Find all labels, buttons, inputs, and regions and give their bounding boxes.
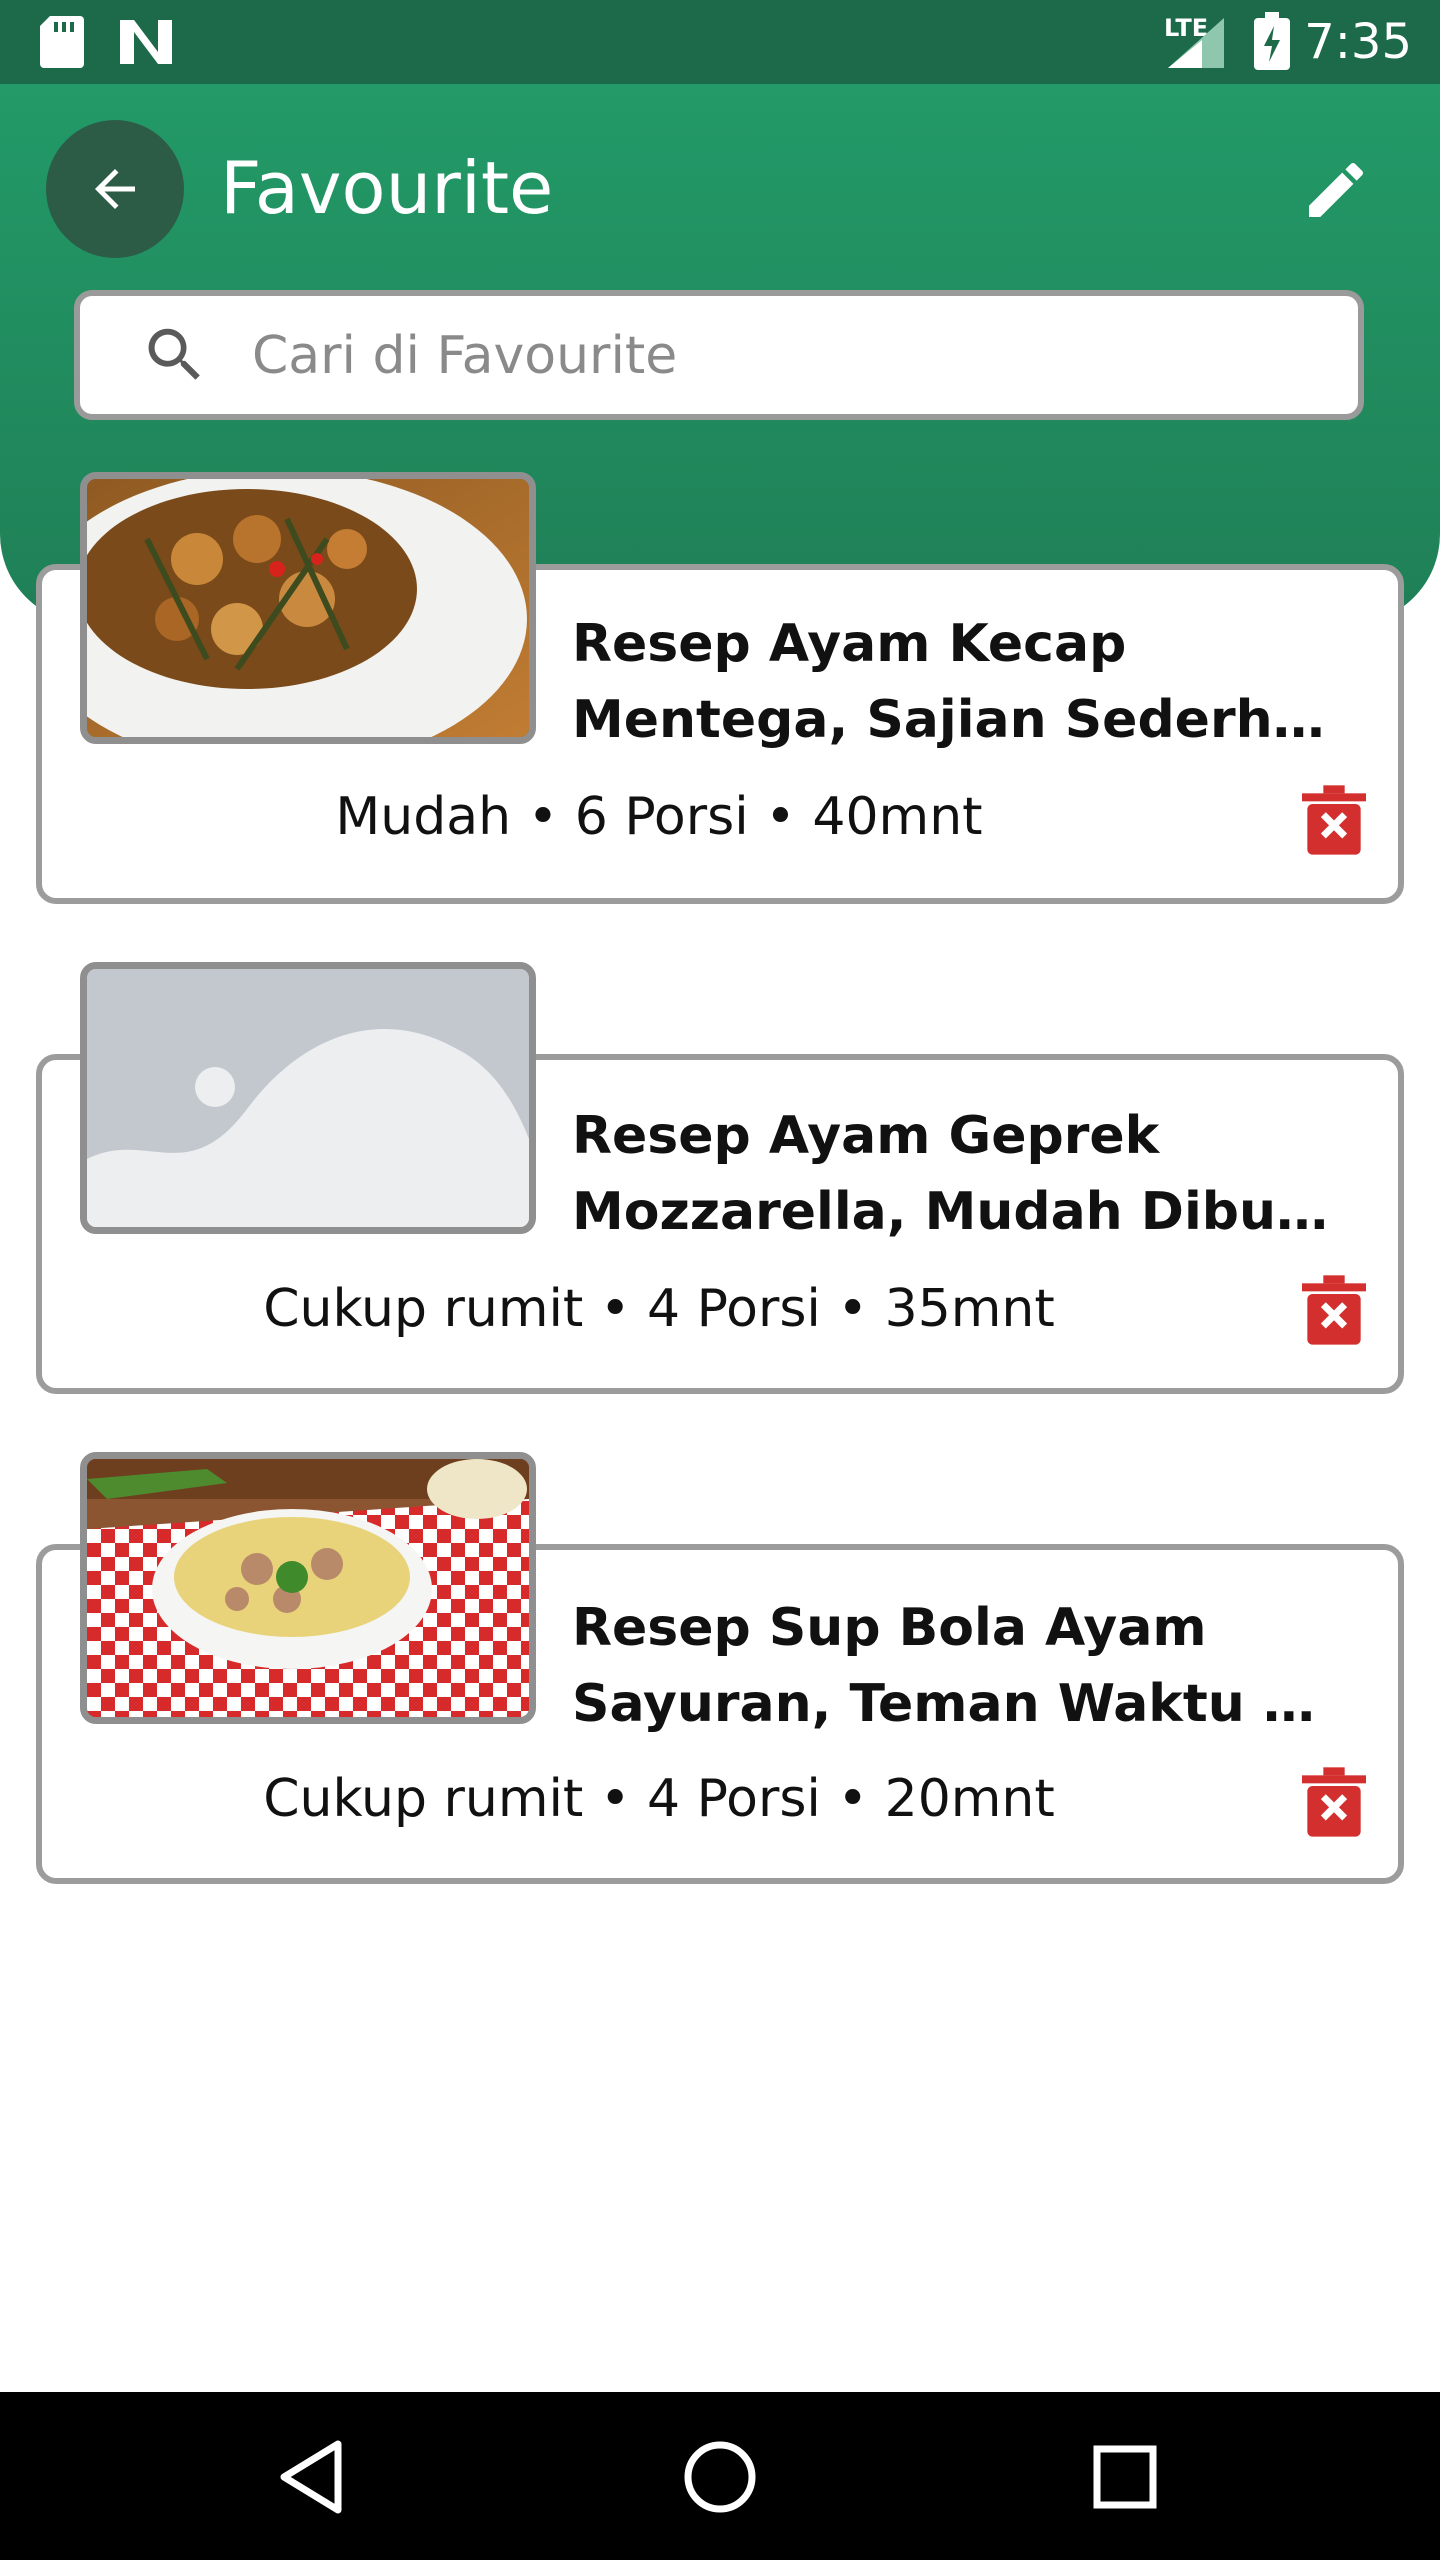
n-notification-icon (120, 20, 172, 64)
recipe-title-line-1: Resep Ayam Geprek (572, 1106, 1160, 1166)
recipe-title-line-2: Mozzarella, Mudah Dibuat di (572, 1182, 1352, 1242)
recipe-meta: Mudah • 6 Porsi • 40mnt (335, 787, 983, 847)
back-button[interactable] (46, 120, 184, 258)
chicken-dish-photo (87, 479, 529, 737)
recipe-title-line-2: Sayuran, Teman Waktu Santai (572, 1674, 1352, 1734)
signal-icon (1168, 18, 1224, 68)
trash-x-icon[interactable] (1302, 784, 1366, 856)
soup-bowl-photo (87, 1459, 529, 1717)
trash-x-icon[interactable] (1302, 1766, 1366, 1838)
recipe-title-line-2: Mentega, Sajian Sederhana (572, 690, 1352, 750)
page-title: Favourite (220, 146, 554, 230)
search-input[interactable] (250, 296, 1344, 416)
back-triangle-icon[interactable] (270, 2432, 360, 2522)
recipe-image[interactable] (80, 1452, 536, 1724)
system-nav-bar (0, 2392, 1440, 2560)
recipe-image[interactable] (80, 962, 536, 1234)
sd-card-icon (40, 16, 84, 68)
recipe-title: Resep Sup Bola Ayam Sayuran, Teman Waktu… (572, 1590, 1352, 1742)
recipe-image[interactable] (80, 472, 536, 744)
status-time: 7:35 (1304, 14, 1412, 70)
search-bar[interactable] (74, 290, 1364, 420)
search-icon (148, 328, 200, 380)
recipe-title-line-1: Resep Sup Bola Ayam (572, 1598, 1207, 1658)
recents-square-icon[interactable] (1080, 2432, 1170, 2522)
recipe-meta: Cukup rumit • 4 Porsi • 35mnt (263, 1279, 1055, 1339)
image-placeholder-icon (87, 969, 529, 1227)
status-bar: LTE 7:35 (0, 0, 1440, 84)
recipe-meta: Cukup rumit • 4 Porsi • 20mnt (263, 1769, 1055, 1829)
battery-charging-icon (1254, 12, 1290, 70)
trash-x-icon[interactable] (1302, 1274, 1366, 1346)
edit-button[interactable] (1296, 150, 1376, 230)
home-circle-icon[interactable] (675, 2432, 765, 2522)
arrow-left-icon (95, 169, 135, 209)
recipe-title: Resep Ayam Kecap Mentega, Sajian Sederha… (572, 606, 1352, 758)
pencil-icon (1309, 162, 1364, 217)
recipe-title-line-1: Resep Ayam Kecap (572, 614, 1127, 674)
recipe-title: Resep Ayam Geprek Mozzarella, Mudah Dibu… (572, 1098, 1352, 1250)
